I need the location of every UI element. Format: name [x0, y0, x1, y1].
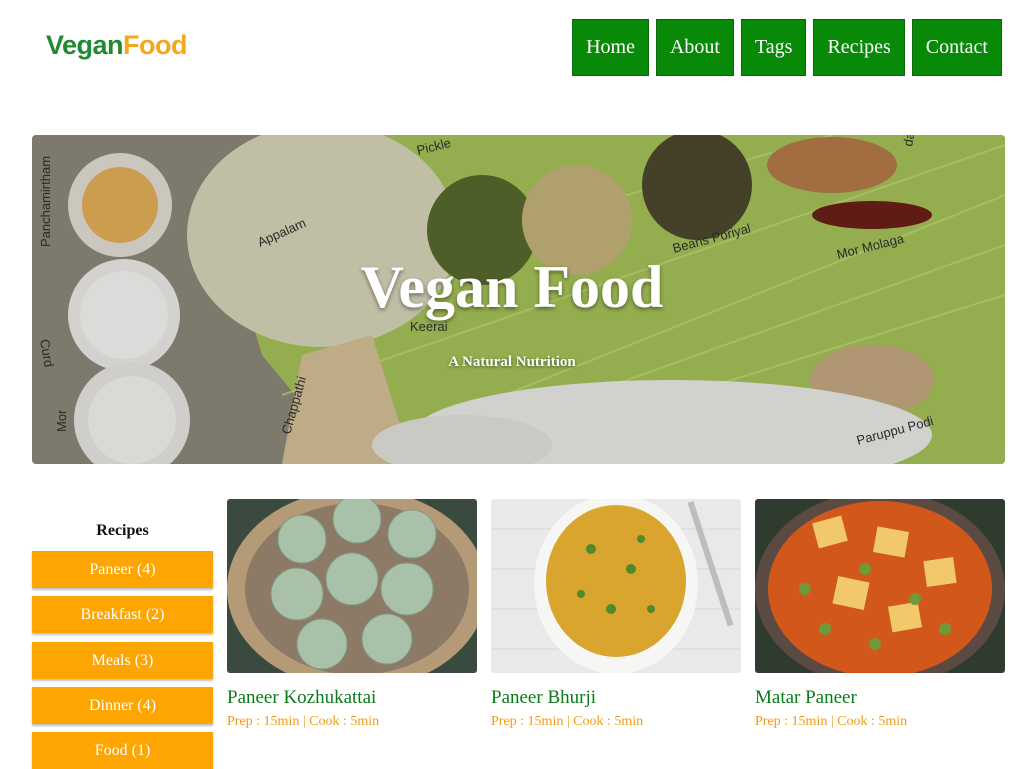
- recipe-image-bhurji[interactable]: [491, 499, 741, 673]
- hero-label: Panchamirtham: [38, 156, 53, 247]
- recipe-title[interactable]: Matar Paneer: [755, 687, 1005, 709]
- sidebar-item-dinner[interactable]: Dinner (4): [32, 687, 213, 724]
- sidebar-item-paneer[interactable]: Paneer (4): [32, 551, 213, 588]
- recipe-meta: Prep : 15min | Cook : 5min: [755, 714, 908, 729]
- nav-recipes[interactable]: Recipes: [813, 19, 905, 76]
- nav-home[interactable]: Home: [572, 19, 649, 76]
- main-nav: Home About Tags Recipes Contact: [572, 19, 1002, 76]
- logo-text-vegan: Vegan: [46, 30, 124, 60]
- hero-title: Vegan Food: [360, 254, 664, 320]
- recipe-card[interactable]: Matar Paneer Prep : 15min | Cook : 5min: [755, 499, 1005, 730]
- recipe-image-kozhukattai[interactable]: [227, 499, 477, 673]
- hero-label: Mor: [54, 409, 69, 432]
- recipe-meta: Prep : 15min | Cook : 5min: [227, 714, 380, 729]
- sidebar-item-food[interactable]: Food (1): [32, 732, 213, 769]
- recipe-card[interactable]: Paneer Kozhukattai Prep : 15min | Cook :…: [227, 499, 477, 730]
- sidebar-item-meals[interactable]: Meals (3): [32, 642, 213, 679]
- recipe-card[interactable]: Paneer Bhurji Prep : 15min | Cook : 5min: [491, 499, 741, 730]
- nav-tags[interactable]: Tags: [740, 19, 807, 76]
- recipe-title[interactable]: Paneer Bhurji: [491, 687, 741, 709]
- recipe-title[interactable]: Paneer Kozhukattai: [227, 687, 477, 709]
- recipe-meta: Prep : 15min | Cook : 5min: [491, 714, 644, 729]
- site-logo[interactable]: VeganFood: [46, 30, 188, 61]
- nav-contact[interactable]: Contact: [911, 19, 1002, 76]
- logo-text-food: Food: [123, 30, 188, 60]
- recipe-image-matar-paneer[interactable]: [755, 499, 1005, 673]
- sidebar-title: Recipes: [96, 522, 149, 539]
- nav-about[interactable]: About: [655, 19, 734, 76]
- hero-subtitle: A Natural Nutrition: [448, 354, 576, 370]
- sidebar-item-breakfast[interactable]: Breakfast (2): [32, 596, 213, 633]
